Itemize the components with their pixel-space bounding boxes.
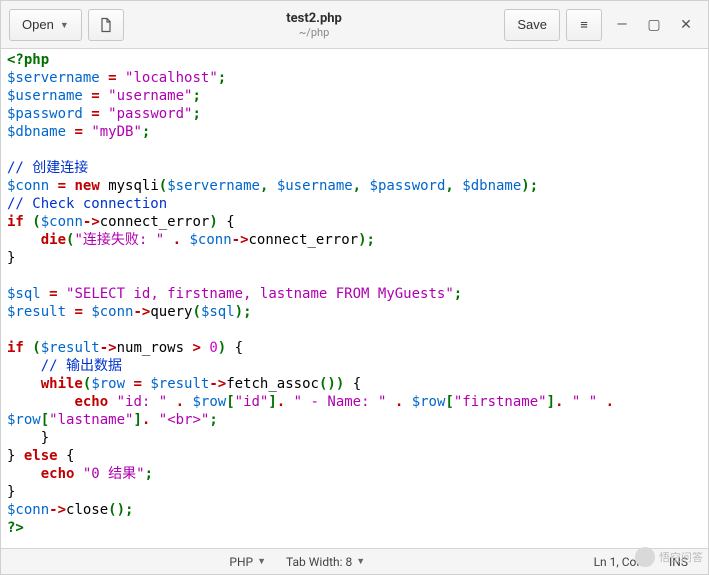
new-tab-button[interactable] [88, 9, 124, 41]
code-editor[interactable]: <?php $servername = "localhost"; $userna… [1, 49, 708, 548]
maximize-button[interactable]: ▢ [640, 11, 668, 39]
language-selector[interactable]: PHP ▼ [219, 555, 276, 569]
tabwidth-label: Tab Width: 8 [286, 555, 352, 569]
cursor-position: Ln 1, Col 1 [584, 555, 659, 569]
hamburger-button[interactable]: ≡ [566, 9, 602, 41]
toolbar: Open ▼ test2.php ~/php Save ≡ — ▢ ✕ [1, 1, 708, 49]
insert-mode[interactable]: INS [659, 555, 698, 569]
hamburger-icon: ≡ [580, 17, 588, 32]
document-icon [98, 17, 114, 33]
language-label: PHP [229, 555, 253, 569]
chevron-down-icon: ▼ [60, 20, 69, 30]
php-close-tag: ?> [7, 520, 24, 536]
open-button[interactable]: Open ▼ [9, 9, 82, 41]
close-button[interactable]: ✕ [672, 11, 700, 39]
save-button[interactable]: Save [504, 9, 560, 41]
file-title: test2.php [130, 11, 499, 26]
save-label: Save [517, 17, 547, 32]
tabwidth-selector[interactable]: Tab Width: 8 ▼ [276, 555, 375, 569]
close-icon: ✕ [680, 17, 692, 33]
window-controls: — ▢ ✕ [608, 11, 700, 39]
minimize-icon: — [617, 17, 628, 33]
file-path: ~/php [130, 26, 499, 39]
minimize-button[interactable]: — [608, 11, 636, 39]
chevron-down-icon: ▼ [356, 556, 365, 567]
title-area: test2.php ~/php [130, 11, 499, 39]
maximize-icon: ▢ [647, 17, 660, 33]
open-label: Open [22, 17, 54, 32]
php-open-tag: <?php [7, 52, 49, 68]
statusbar: PHP ▼ Tab Width: 8 ▼ Ln 1, Col 1 INS [1, 548, 708, 574]
chevron-down-icon: ▼ [257, 556, 266, 567]
